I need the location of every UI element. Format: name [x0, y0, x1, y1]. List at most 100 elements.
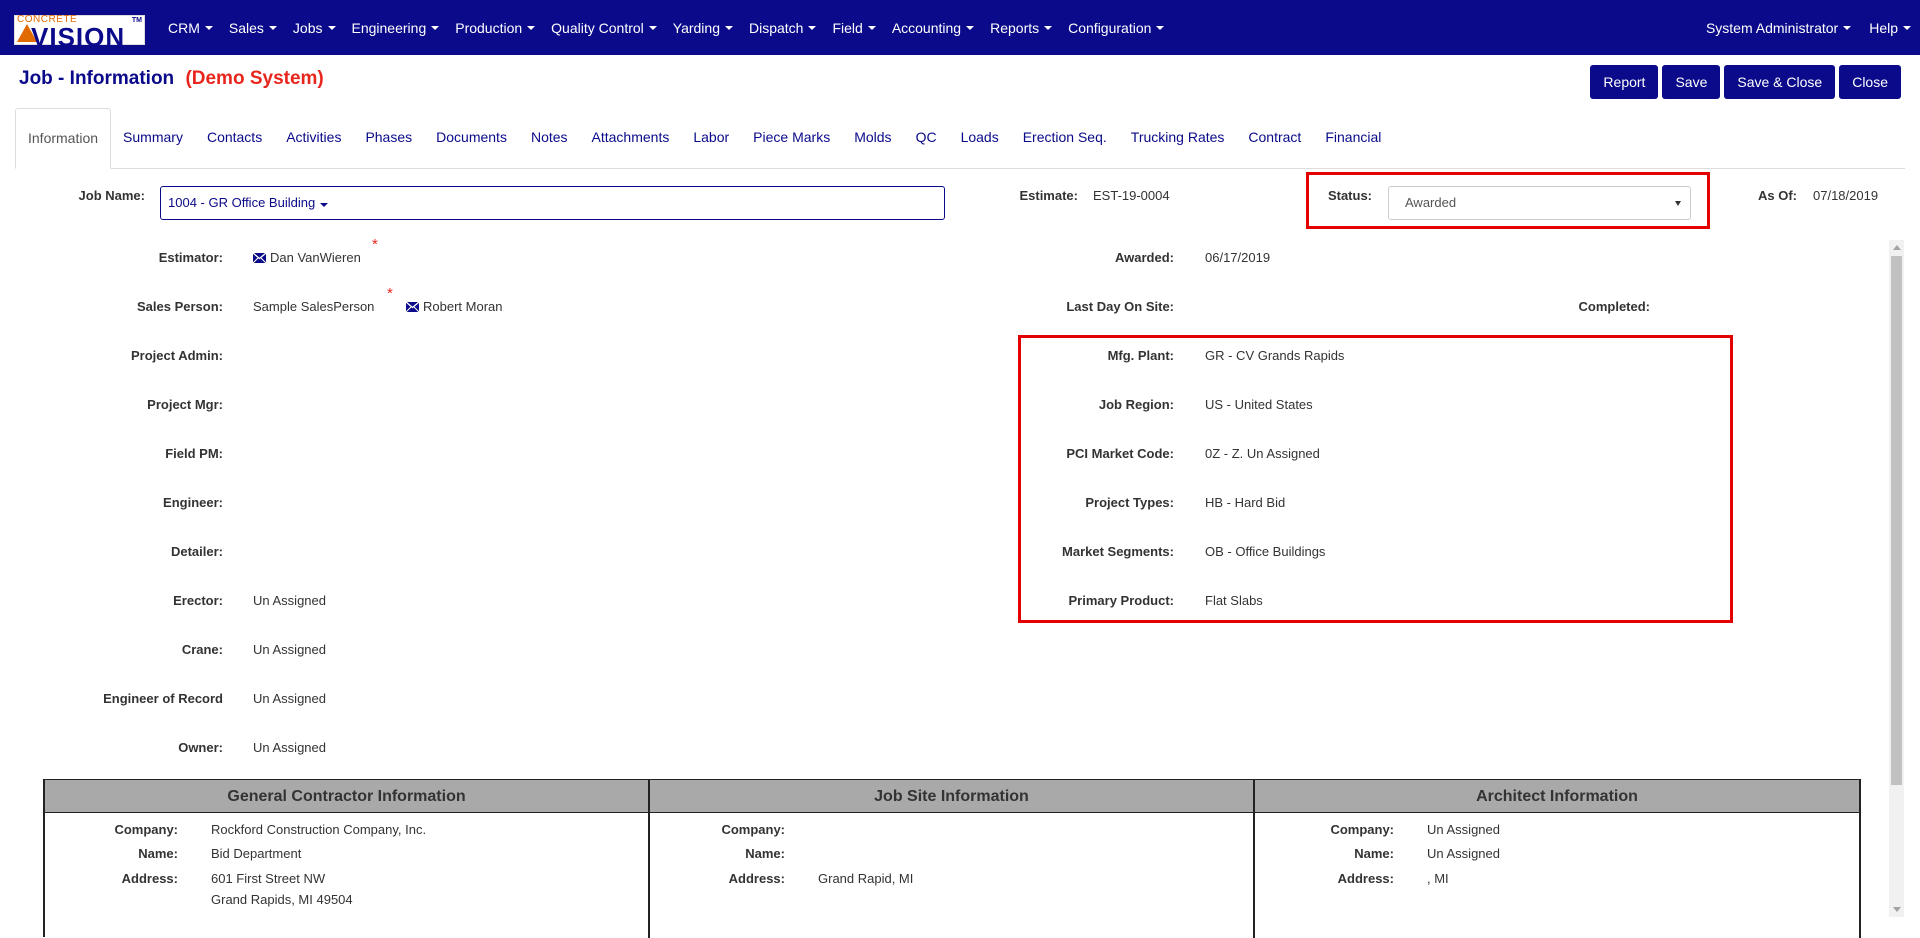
market-segments-label: Market Segments:: [1062, 544, 1174, 559]
tab-loads[interactable]: Loads: [949, 108, 1011, 168]
job-name-value: 1004 - GR Office Building: [168, 195, 316, 210]
logo-main-text: VISION: [31, 22, 126, 52]
gc-name-value: Bid Department: [211, 846, 302, 861]
js-company-label: Company:: [721, 822, 785, 837]
engineer-label: Engineer:: [163, 495, 223, 510]
menu-jobs-label: Jobs: [292, 19, 323, 36]
concrete-vision-logo[interactable]: CONCRETE VISION TM: [14, 14, 145, 52]
report-button[interactable]: Report: [1590, 65, 1659, 99]
tab-qc[interactable]: QC: [904, 108, 949, 168]
completed-label: Completed:: [1578, 299, 1651, 314]
scroll-up-icon[interactable]: [1893, 245, 1901, 250]
chevron-down-icon: [1843, 25, 1852, 30]
tab-labor[interactable]: Labor: [681, 108, 741, 168]
chevron-down-icon: [327, 25, 336, 30]
arch-company-value: Un Assigned: [1427, 822, 1500, 837]
tab-notes[interactable]: Notes: [519, 108, 580, 168]
mail-icon[interactable]: [406, 302, 419, 312]
menu-sales[interactable]: Sales: [221, 20, 285, 36]
menu-yarding[interactable]: Yarding: [665, 20, 741, 36]
scroll-down-icon[interactable]: [1893, 907, 1901, 912]
market-segments-value: OB - Office Buildings: [1205, 544, 1326, 559]
estimator-value[interactable]: Dan VanWieren: [253, 250, 361, 265]
status-label: Status:: [1327, 188, 1372, 203]
arch-company-label: Company:: [1330, 822, 1394, 837]
help-menu[interactable]: Help: [1860, 20, 1920, 36]
erector-value: Un Assigned: [253, 593, 326, 608]
tab-molds[interactable]: Molds: [842, 108, 903, 168]
chevron-down-icon: [431, 25, 440, 30]
crane-value: Un Assigned: [253, 642, 326, 657]
menu-sales-label: Sales: [228, 19, 264, 36]
menu-engineering[interactable]: Engineering: [344, 20, 448, 36]
close-button[interactable]: Close: [1839, 65, 1901, 99]
tab-piece-marks[interactable]: Piece Marks: [741, 108, 842, 168]
save-button[interactable]: Save: [1662, 65, 1721, 99]
tab-documents[interactable]: Documents: [424, 108, 519, 168]
owner-value: Un Assigned: [253, 740, 326, 755]
status-dropdown[interactable]: Awarded: [1388, 186, 1691, 220]
menu-quality-control[interactable]: Quality Control: [543, 20, 665, 36]
menu-configuration-label: Configuration: [1068, 19, 1152, 36]
sales-person-value: Sample SalesPerson: [253, 299, 375, 314]
tab-information[interactable]: Information: [15, 108, 112, 169]
tab-financial[interactable]: Financial: [1313, 108, 1393, 168]
crane-label: Crane:: [181, 642, 223, 657]
menu-reports[interactable]: Reports: [982, 20, 1060, 36]
dropdown-arrow-icon: [1675, 201, 1681, 206]
chevron-down-icon: [320, 203, 329, 207]
tab-contacts[interactable]: Contacts: [195, 108, 274, 168]
tab-attachments[interactable]: Attachments: [580, 108, 682, 168]
job-site-heading: Job Site Information: [650, 780, 1253, 813]
menu-crm[interactable]: CRM: [160, 20, 221, 36]
menu-dispatch[interactable]: Dispatch: [741, 20, 824, 36]
arch-name-value: Un Assigned: [1427, 846, 1500, 861]
tab-summary[interactable]: Summary: [111, 108, 195, 168]
tab-erection-seq[interactable]: Erection Seq.: [1011, 108, 1119, 168]
main-menu: CRM Sales Jobs Engineering Production Qu…: [160, 0, 1172, 55]
sales-person-label: Sales Person:: [137, 299, 223, 314]
menu-reports-label: Reports: [990, 19, 1040, 36]
page-scrollbar[interactable]: [1889, 240, 1904, 917]
menu-accounting[interactable]: Accounting: [884, 20, 982, 36]
mfg-plant-label: Mfg. Plant:: [1107, 348, 1174, 363]
scrollbar-thumb[interactable]: [1891, 256, 1902, 785]
menu-engineering-label: Engineering: [351, 19, 427, 36]
required-asterisk: *: [372, 236, 378, 253]
arch-address-line1: , MI: [1427, 871, 1449, 886]
menu-production[interactable]: Production: [447, 20, 543, 36]
menu-configuration[interactable]: Configuration: [1060, 20, 1172, 36]
sales-person-secondary[interactable]: Robert Moran: [406, 299, 502, 314]
gc-address-line2: Grand Rapids, MI 49504: [211, 892, 353, 907]
pci-market-code-value: 0Z - Z. Un Assigned: [1205, 446, 1320, 461]
project-types-label: Project Types:: [1085, 495, 1174, 510]
engineer-of-record-label: Engineer of Record: [103, 691, 223, 706]
chevron-down-icon: [1044, 25, 1053, 30]
last-day-label: Last Day On Site:: [1066, 299, 1174, 314]
tab-trucking-rates[interactable]: Trucking Rates: [1119, 108, 1237, 168]
primary-product-label: Primary Product:: [1068, 593, 1174, 608]
menu-jobs[interactable]: Jobs: [285, 20, 344, 36]
job-region-label: Job Region:: [1098, 397, 1174, 412]
user-menu[interactable]: System Administrator: [1697, 20, 1860, 36]
user-menu-label: System Administrator: [1705, 19, 1839, 36]
chevron-down-icon: [966, 25, 975, 30]
menu-field[interactable]: Field: [824, 20, 883, 36]
primary-product-value: Flat Slabs: [1205, 593, 1263, 608]
save-and-close-button[interactable]: Save & Close: [1724, 65, 1836, 99]
mail-icon[interactable]: [253, 253, 266, 263]
arch-name-label: Name:: [1354, 846, 1394, 861]
js-address-line1: Grand Rapid, MI: [818, 871, 914, 886]
tab-phases[interactable]: Phases: [353, 108, 424, 168]
detailer-label: Detailer:: [170, 544, 223, 559]
tab-contract[interactable]: Contract: [1236, 108, 1313, 168]
menu-quality-control-label: Quality Control: [551, 19, 644, 36]
menu-yarding-label: Yarding: [672, 19, 720, 36]
chevron-down-icon: [808, 25, 817, 30]
job-name-dropdown[interactable]: 1004 - GR Office Building: [160, 186, 945, 220]
owner-label: Owner:: [178, 740, 223, 755]
gc-address-label: Address:: [121, 871, 178, 886]
page-title: Job - Information (Demo System): [19, 68, 324, 90]
tab-activities[interactable]: Activities: [274, 108, 353, 168]
estimate-value[interactable]: EST-19-0004: [1093, 188, 1170, 203]
